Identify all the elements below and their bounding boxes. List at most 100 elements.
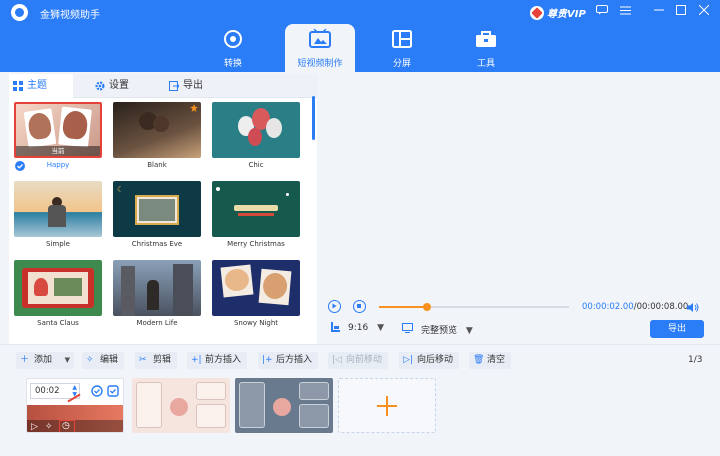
move-forward-label: 向前移动 xyxy=(346,355,383,365)
theme-name-merry-christmas: Merry Christmas xyxy=(227,240,285,248)
add-clip-placeholder[interactable] xyxy=(338,378,436,433)
clip-play-icon[interactable]: ▷ xyxy=(31,422,38,432)
export-button[interactable]: 导出 xyxy=(650,320,704,338)
tab-convert-label: 转换 xyxy=(223,59,242,69)
total-time: /00:00:08.00 xyxy=(633,302,689,312)
menu-icon[interactable] xyxy=(617,4,633,20)
selected-check-icon xyxy=(15,161,25,171)
timeline-clip-2[interactable] xyxy=(132,378,230,433)
timeline-clip-3[interactable] xyxy=(235,378,333,433)
plus-icon xyxy=(377,396,397,416)
theme-thumb-blank[interactable] xyxy=(113,102,201,158)
close-icon[interactable] xyxy=(696,4,712,20)
move-backward-icon: ▷| xyxy=(403,355,413,365)
theme-thumb-happy[interactable]: 当前 xyxy=(14,102,102,158)
play-button[interactable] xyxy=(328,300,341,313)
cut-label: 剪辑 xyxy=(153,355,172,365)
theme-thumb-simple[interactable] xyxy=(14,181,102,237)
monitor-icon xyxy=(402,323,413,333)
theme-thumb-snowy-night[interactable] xyxy=(212,260,300,316)
panel-tabs: 主题 设置 导出 xyxy=(9,74,317,98)
theme-thumb-merry-christmas[interactable] xyxy=(212,181,300,237)
move-backward-button[interactable]: ▷| 向后移动 xyxy=(399,352,460,369)
app-logo xyxy=(11,4,28,21)
theme-name-blank: Blank xyxy=(147,161,167,169)
add-button[interactable]: ＋ 添加 ▼ xyxy=(16,352,75,369)
theme-thumb-santa-claus[interactable] xyxy=(14,260,102,316)
page-indicator: 1/3 xyxy=(688,355,703,365)
current-theme-badge: 当前 xyxy=(16,146,100,156)
cut-button[interactable]: ✂ 剪辑 xyxy=(135,352,178,369)
tab-split-screen[interactable]: 分屏 xyxy=(367,24,437,72)
theme-thumb-christmas-eve[interactable]: ☾ xyxy=(113,181,201,237)
chevron-down-icon: ▼ xyxy=(377,323,385,333)
tab-theme-label: 主题 xyxy=(27,80,47,91)
split-screen-icon xyxy=(392,30,412,48)
preview-mode-select[interactable]: 完整预览 ▼ xyxy=(421,323,473,336)
grid-icon xyxy=(13,81,23,91)
time-display: 00:00:02.00/00:00:08.00 xyxy=(582,302,688,312)
toolbox-icon xyxy=(476,31,496,47)
plus-icon: ＋ xyxy=(20,355,30,365)
confirm-icon[interactable] xyxy=(91,385,103,397)
tab-theme[interactable]: 主题 xyxy=(9,74,73,98)
magic-wand-icon: ✧ xyxy=(86,355,94,365)
disc-icon xyxy=(224,30,242,48)
clear-button[interactable]: 🗑 清空 xyxy=(469,352,512,369)
theme-name-chic: Chic xyxy=(248,161,264,169)
edit-button[interactable]: ✧ 编辑 xyxy=(82,352,125,369)
title-bar: 金狮视频助手 尊贵VIP 转换 短视频制作 分屏 工具 xyxy=(0,0,720,72)
stop-icon xyxy=(357,304,361,308)
scissors-icon: ✂ xyxy=(139,355,147,365)
edit-label: 编辑 xyxy=(100,355,119,365)
export-icon xyxy=(169,81,179,91)
app-title: 金狮视频助手 xyxy=(40,10,100,21)
insert-after-label: 后方插入 xyxy=(276,355,313,365)
tab-tools[interactable]: 工具 xyxy=(451,24,521,72)
clip-duration-button[interactable]: ◷ xyxy=(59,420,75,432)
tab-settings-label: 设置 xyxy=(109,80,129,91)
vip-button[interactable]: 尊贵VIP xyxy=(530,4,586,21)
chevron-down-icon: ▼ xyxy=(465,326,473,336)
insert-after-button[interactable]: |+ 后方插入 xyxy=(258,352,319,369)
volume-icon[interactable] xyxy=(687,302,699,313)
aspect-ratio-icon xyxy=(331,322,340,332)
theme-name-modern-life: Modern Life xyxy=(136,319,178,327)
move-forward-button[interactable]: |◁ 向前移动 xyxy=(328,352,389,369)
progress-handle[interactable] xyxy=(422,303,431,311)
tab-convert[interactable]: 转换 xyxy=(198,24,268,72)
apply-all-icon[interactable] xyxy=(107,385,119,397)
theme-name-simple: Simple xyxy=(46,240,70,248)
insert-before-icon: +| xyxy=(191,355,202,365)
tab-short-video[interactable]: 短视频制作 xyxy=(285,24,355,72)
maximize-icon[interactable] xyxy=(673,4,689,20)
move-forward-icon: |◁ xyxy=(332,355,342,365)
theme-name-christmas-eve: Christmas Eve xyxy=(131,240,183,248)
duration-value: 00:02 xyxy=(35,386,60,396)
progress-slider[interactable] xyxy=(379,303,569,311)
clock-icon: ◷ xyxy=(62,421,70,431)
stop-button[interactable] xyxy=(353,300,366,313)
moon-icon: ☾ xyxy=(117,185,125,194)
aspect-ratio-select[interactable]: 9:16 ▼ xyxy=(348,323,384,333)
clear-label: 清空 xyxy=(487,355,506,365)
insert-after-icon: |+ xyxy=(262,355,273,365)
film-icon xyxy=(309,29,331,48)
theme-thumb-modern-life[interactable] xyxy=(113,260,201,316)
tab-settings[interactable]: 设置 xyxy=(91,74,161,98)
timeline-clip-selected[interactable]: 00:02 ▲ ▼ ▷ ✧ ◷ xyxy=(26,378,124,433)
add-label: 添加 xyxy=(34,355,53,365)
minimize-icon[interactable] xyxy=(651,4,667,20)
theme-thumb-chic[interactable] xyxy=(212,102,300,158)
current-time: 00:00:02.00 xyxy=(582,302,634,312)
theme-scrollbar[interactable] xyxy=(312,96,315,140)
insert-before-button[interactable]: +| 前方插入 xyxy=(187,352,248,369)
tab-export[interactable]: 导出 xyxy=(165,74,235,98)
trash-icon: 🗑 xyxy=(473,355,485,365)
clip-effect-icon[interactable]: ✧ xyxy=(45,422,53,432)
chat-icon[interactable] xyxy=(594,4,610,20)
app-window: 金狮视频助手 尊贵VIP 转换 短视频制作 分屏 工具 主题 设置 导出 当前 … xyxy=(0,0,720,456)
theme-name-santa-claus: Santa Claus xyxy=(37,319,79,327)
move-backward-label: 向后移动 xyxy=(417,355,454,365)
tab-tools-label: 工具 xyxy=(476,59,495,69)
